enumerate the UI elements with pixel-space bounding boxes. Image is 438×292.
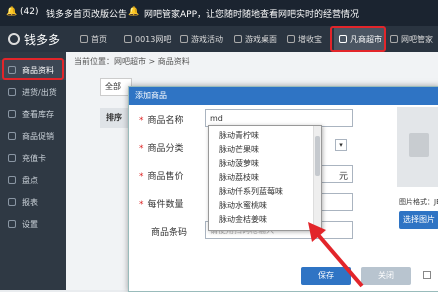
confirm-checkbox[interactable] xyxy=(423,271,431,279)
chart-icon xyxy=(287,35,295,43)
sidebar-item-label: 进货/出货 xyxy=(22,87,57,97)
gear-icon xyxy=(8,220,16,228)
category-label: * 商品分类 xyxy=(139,144,184,154)
price-unit: 元 xyxy=(339,172,349,182)
gamepad-icon xyxy=(180,35,188,43)
notice-count: (42) xyxy=(20,7,39,17)
sidebar-item-label: 商品促销 xyxy=(22,131,54,141)
sidebar-item-inventory[interactable]: 盘点 xyxy=(0,170,66,190)
dialog-title: 添加商品 xyxy=(129,87,438,105)
dropdown-option[interactable]: 脉动芒果味 xyxy=(219,144,259,155)
sidebar-item-stock[interactable]: 查看库存 xyxy=(0,104,66,124)
barcode-label: 商品条码 xyxy=(151,228,188,238)
logo-text: 钱多多 xyxy=(24,32,61,47)
category-dropdown-arrow[interactable]: ▾ xyxy=(335,139,347,151)
label-text: 商品分类 xyxy=(147,144,184,154)
monitor-icon xyxy=(124,35,132,43)
sidebar-item-settings[interactable]: 设置 xyxy=(0,214,66,234)
sidebar-item-label: 报表 xyxy=(22,197,38,207)
nav-home[interactable]: 首页 xyxy=(80,26,107,52)
report-icon xyxy=(8,198,16,206)
logo-icon xyxy=(8,33,20,45)
dropdown-option[interactable]: 脉动菠萝味 xyxy=(219,158,259,169)
breadcrumb: 当前位置：网吧超市 > 商品资料 xyxy=(74,57,190,66)
autocomplete-dropdown: 脉动青柠味 脉动芒果味 脉动菠萝味 脉动荔枝味 脉动仟系列蓝莓味 脉动水蜜桃味 … xyxy=(208,125,322,231)
sidebar-item-label: 盘点 xyxy=(22,175,38,185)
name-label: * 商品名称 xyxy=(139,116,184,126)
desktop-icon xyxy=(234,35,242,43)
dropdown-option[interactable]: 脉动仟系列蓝莓味 xyxy=(219,186,283,197)
promo-icon xyxy=(8,132,16,140)
notice-announcement[interactable]: 钱多多首页改版公告 xyxy=(46,7,127,20)
image-placeholder-icon xyxy=(409,133,429,157)
nav-0013[interactable]: 0013网吧 xyxy=(124,26,171,52)
search-icon xyxy=(8,110,16,118)
price-input[interactable] xyxy=(321,165,353,183)
nav-game-activity[interactable]: 游戏活动 xyxy=(180,26,223,52)
label-text: 商品名称 xyxy=(147,116,184,126)
dropdown-option[interactable]: 脉动荔枝味 xyxy=(219,172,259,183)
stock-input[interactable] xyxy=(321,193,353,211)
dropdown-option[interactable]: 脉动金桔姜味 xyxy=(219,214,267,225)
nav-game-desktop[interactable]: 游戏桌面 xyxy=(234,26,277,52)
nav-manager[interactable]: 网吧管家 xyxy=(390,26,433,52)
sidebar-item-card[interactable]: 充值卡 xyxy=(0,148,66,168)
scrollbar-thumb[interactable] xyxy=(315,136,320,176)
clipboard-icon xyxy=(8,176,16,184)
app-logo: 钱多多 xyxy=(8,26,60,52)
bell-icon: 🔔 xyxy=(128,7,140,17)
nav-label: 网吧管家 xyxy=(401,34,433,44)
dropdown-scrollbar[interactable] xyxy=(313,126,321,230)
notice-icon: 🔔 xyxy=(6,7,18,17)
select-image-button[interactable]: 选择图片 xyxy=(399,211,438,229)
image-format-hint: 图片格式：JE xyxy=(399,198,438,206)
sidebar-item-promo[interactable]: 商品促销 xyxy=(0,126,66,146)
image-preview xyxy=(397,107,438,187)
stock-label: * 每件数量 xyxy=(139,200,184,210)
nav-label: 0013网吧 xyxy=(135,34,172,44)
notice-bar: 🔔 (42) 钱多多首页改版公告 🔔 网吧管家APP，让您随时随地查看网吧实时的… xyxy=(0,0,438,26)
card-icon xyxy=(8,154,16,162)
annotation-arrow xyxy=(308,222,364,288)
sidebar-item-label: 设置 xyxy=(22,219,38,229)
sidebar-item-label: 查看库存 xyxy=(22,109,54,119)
sidebar-item-inout[interactable]: 进货/出货 xyxy=(0,82,66,102)
add-product-dialog: 添加商品 * 商品名称 md * 商品分类 ▾ * 商品售价 元 * 每件数量 商品条码… xyxy=(128,86,438,292)
price-label: * 商品售价 xyxy=(139,172,184,182)
nav-label: 首页 xyxy=(91,34,107,44)
nav-revenue[interactable]: 增收宝 xyxy=(287,26,322,52)
label-text: 商品售价 xyxy=(147,172,184,182)
dropdown-option[interactable]: 脉动水蜜桃味 xyxy=(219,200,267,211)
sidebar: 商品资料 进货/出货 查看库存 商品促销 充值卡 盘点 报表 设置 xyxy=(0,52,66,290)
label-text: 每件数量 xyxy=(147,200,184,210)
nav-label: 游戏活动 xyxy=(191,34,223,44)
truck-icon xyxy=(8,88,16,96)
sidebar-item-label: 充值卡 xyxy=(22,153,46,163)
dropdown-option[interactable]: 脉动青柠味 xyxy=(219,130,259,141)
table-header-sort: 排序 xyxy=(100,108,128,128)
sidebar-item-report[interactable]: 报表 xyxy=(0,192,66,212)
highlight-box-sidebar xyxy=(2,58,64,80)
nav-label: 增收宝 xyxy=(298,34,322,44)
home-icon xyxy=(80,35,88,43)
arrow-line xyxy=(312,228,364,288)
notice-app-promo[interactable]: 网吧管家APP，让您随时随地查看网吧实时的经营情况 xyxy=(144,7,359,20)
highlight-box-nav xyxy=(330,26,386,52)
nav-label: 游戏桌面 xyxy=(245,34,277,44)
manager-icon xyxy=(390,35,398,43)
